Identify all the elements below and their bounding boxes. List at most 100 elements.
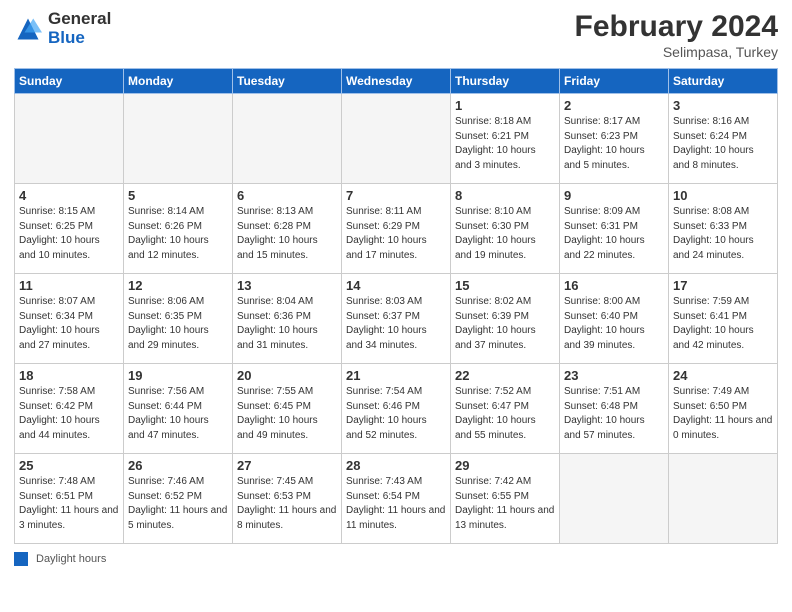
day-number: 2	[564, 98, 664, 113]
calendar-day-cell: 21Sunrise: 7:54 AM Sunset: 6:46 PM Dayli…	[342, 364, 451, 454]
day-number: 25	[19, 458, 119, 473]
calendar-day-cell	[233, 94, 342, 184]
day-number: 26	[128, 458, 228, 473]
calendar-day-cell: 5 Sunrise: 8:14 AM Sunset: 6:26 PM Daylig…	[124, 184, 233, 274]
day-number: 7	[346, 188, 446, 203]
calendar-day-cell: 7Sunrise: 8:11 AM Sunset: 6:29 PM Daylig…	[342, 184, 451, 274]
calendar-day-cell: 13 Sunrise: 8:04 AM Sunset: 6:36 PM Dayli…	[233, 274, 342, 364]
day-info: Sunrise: 8:00 AM Sunset: 6:40 PM Dayligh…	[564, 295, 664, 353]
calendar-day-cell: 25Sunrise: 7:48 AM Sunset: 6:51 PM Dayli…	[15, 454, 124, 544]
day-number: 29	[455, 458, 555, 473]
calendar-table: SundayMondayTuesdayWednesdayThursdayFrid…	[14, 68, 778, 544]
day-number: 9	[564, 188, 664, 203]
calendar-day-cell: 20Sunrise: 7:55 AM Sunset: 6:45 PM Dayli…	[233, 364, 342, 454]
legend-label: Daylight hours	[36, 553, 106, 565]
day-info: Sunrise: 8:18 AM Sunset: 6:21 PM Dayligh…	[455, 115, 555, 173]
day-number: 19	[128, 368, 228, 383]
day-info: Sunrise: 7:43 AM Sunset: 6:54 PM Dayligh…	[346, 475, 446, 533]
day-number: 6	[237, 188, 337, 203]
day-info: Sunrise: 8:04 AM Sunset: 6:36 PM Dayligh…	[237, 295, 337, 353]
calendar-day-cell: 27 Sunrise: 7:45 AM Sunset: 6:53 PM Dayli…	[233, 454, 342, 544]
calendar-week-row: 11 Sunrise: 8:07 AM Sunset: 6:34 PM Dayli…	[15, 274, 778, 364]
day-info: Sunrise: 8:16 AM Sunset: 6:24 PM Dayligh…	[673, 115, 773, 173]
calendar-day-cell: 18Sunrise: 7:58 AM Sunset: 6:42 PM Dayli…	[15, 364, 124, 454]
legend-box	[14, 552, 28, 566]
calendar-day-cell: 8 Sunrise: 8:10 AM Sunset: 6:30 PM Daylig…	[451, 184, 560, 274]
calendar-day-cell: 19 Sunrise: 7:56 AM Sunset: 6:44 PM Dayli…	[124, 364, 233, 454]
day-info: Sunrise: 7:45 AM Sunset: 6:53 PM Dayligh…	[237, 475, 337, 533]
calendar-day-cell: 10 Sunrise: 8:08 AM Sunset: 6:33 PM Dayli…	[669, 184, 778, 274]
day-of-week-header: Tuesday	[233, 69, 342, 94]
day-info: Sunrise: 7:56 AM Sunset: 6:44 PM Dayligh…	[128, 385, 228, 443]
logo-text: General Blue	[48, 10, 111, 47]
day-info: Sunrise: 7:52 AM Sunset: 6:47 PM Dayligh…	[455, 385, 555, 443]
day-number: 12	[128, 278, 228, 293]
calendar-day-cell: 1 Sunrise: 8:18 AM Sunset: 6:21 PM Daylig…	[451, 94, 560, 184]
day-number: 22	[455, 368, 555, 383]
logo-general-label: General	[48, 10, 111, 29]
calendar-day-cell: 16 Sunrise: 8:00 AM Sunset: 6:40 PM Dayli…	[560, 274, 669, 364]
calendar-week-row: 18Sunrise: 7:58 AM Sunset: 6:42 PM Dayli…	[15, 364, 778, 454]
calendar-title: February 2024	[575, 10, 778, 44]
day-number: 14	[346, 278, 446, 293]
legend: Daylight hours	[14, 552, 778, 566]
calendar-day-cell: 4Sunrise: 8:15 AM Sunset: 6:25 PM Daylig…	[15, 184, 124, 274]
day-info: Sunrise: 8:14 AM Sunset: 6:26 PM Dayligh…	[128, 205, 228, 263]
day-info: Sunrise: 7:59 AM Sunset: 6:41 PM Dayligh…	[673, 295, 773, 353]
calendar-day-cell: 24 Sunrise: 7:49 AM Sunset: 6:50 PM Dayli…	[669, 364, 778, 454]
day-of-week-header: Sunday	[15, 69, 124, 94]
calendar-day-cell: 3 Sunrise: 8:16 AM Sunset: 6:24 PM Daylig…	[669, 94, 778, 184]
day-info: Sunrise: 8:10 AM Sunset: 6:30 PM Dayligh…	[455, 205, 555, 263]
calendar-day-cell: 14 Sunrise: 8:03 AM Sunset: 6:37 PM Dayli…	[342, 274, 451, 364]
day-number: 17	[673, 278, 773, 293]
calendar-week-row: 25Sunrise: 7:48 AM Sunset: 6:51 PM Dayli…	[15, 454, 778, 544]
day-info: Sunrise: 7:54 AM Sunset: 6:46 PM Dayligh…	[346, 385, 446, 443]
day-number: 13	[237, 278, 337, 293]
day-of-week-header: Wednesday	[342, 69, 451, 94]
calendar-day-cell: 9 Sunrise: 8:09 AM Sunset: 6:31 PM Daylig…	[560, 184, 669, 274]
day-number: 1	[455, 98, 555, 113]
day-info: Sunrise: 8:09 AM Sunset: 6:31 PM Dayligh…	[564, 205, 664, 263]
day-number: 11	[19, 278, 119, 293]
calendar-day-cell: 28Sunrise: 7:43 AM Sunset: 6:54 PM Dayli…	[342, 454, 451, 544]
day-info: Sunrise: 8:15 AM Sunset: 6:25 PM Dayligh…	[19, 205, 119, 263]
day-number: 16	[564, 278, 664, 293]
logo: General Blue	[14, 10, 111, 47]
calendar-day-cell: 26 Sunrise: 7:46 AM Sunset: 6:52 PM Dayli…	[124, 454, 233, 544]
day-info: Sunrise: 8:08 AM Sunset: 6:33 PM Dayligh…	[673, 205, 773, 263]
calendar-day-cell: 22 Sunrise: 7:52 AM Sunset: 6:47 PM Dayli…	[451, 364, 560, 454]
day-number: 8	[455, 188, 555, 203]
day-info: Sunrise: 7:49 AM Sunset: 6:50 PM Dayligh…	[673, 385, 773, 443]
page: General Blue February 2024 Selimpasa, Tu…	[0, 0, 792, 612]
day-info: Sunrise: 7:46 AM Sunset: 6:52 PM Dayligh…	[128, 475, 228, 533]
calendar-day-cell: 23Sunrise: 7:51 AM Sunset: 6:48 PM Dayli…	[560, 364, 669, 454]
calendar-day-cell	[15, 94, 124, 184]
calendar-day-cell: 15Sunrise: 8:02 AM Sunset: 6:39 PM Dayli…	[451, 274, 560, 364]
calendar-header-row: SundayMondayTuesdayWednesdayThursdayFrid…	[15, 69, 778, 94]
day-number: 24	[673, 368, 773, 383]
day-number: 5	[128, 188, 228, 203]
day-of-week-header: Saturday	[669, 69, 778, 94]
day-info: Sunrise: 8:17 AM Sunset: 6:23 PM Dayligh…	[564, 115, 664, 173]
header: General Blue February 2024 Selimpasa, Tu…	[14, 10, 778, 60]
title-block: February 2024 Selimpasa, Turkey	[575, 10, 778, 60]
day-info: Sunrise: 8:13 AM Sunset: 6:28 PM Dayligh…	[237, 205, 337, 263]
calendar-day-cell	[669, 454, 778, 544]
calendar-day-cell: 12Sunrise: 8:06 AM Sunset: 6:35 PM Dayli…	[124, 274, 233, 364]
day-info: Sunrise: 8:02 AM Sunset: 6:39 PM Dayligh…	[455, 295, 555, 353]
day-number: 20	[237, 368, 337, 383]
logo-blue-label: Blue	[48, 29, 111, 48]
calendar-day-cell: 2 Sunrise: 8:17 AM Sunset: 6:23 PM Daylig…	[560, 94, 669, 184]
day-number: 10	[673, 188, 773, 203]
day-of-week-header: Friday	[560, 69, 669, 94]
day-of-week-header: Thursday	[451, 69, 560, 94]
day-number: 3	[673, 98, 773, 113]
day-number: 23	[564, 368, 664, 383]
calendar-day-cell	[124, 94, 233, 184]
day-number: 27	[237, 458, 337, 473]
calendar-day-cell: 29 Sunrise: 7:42 AM Sunset: 6:55 PM Dayli…	[451, 454, 560, 544]
day-info: Sunrise: 7:42 AM Sunset: 6:55 PM Dayligh…	[455, 475, 555, 533]
day-info: Sunrise: 8:03 AM Sunset: 6:37 PM Dayligh…	[346, 295, 446, 353]
calendar-day-cell: 11 Sunrise: 8:07 AM Sunset: 6:34 PM Dayli…	[15, 274, 124, 364]
day-info: Sunrise: 8:07 AM Sunset: 6:34 PM Dayligh…	[19, 295, 119, 353]
